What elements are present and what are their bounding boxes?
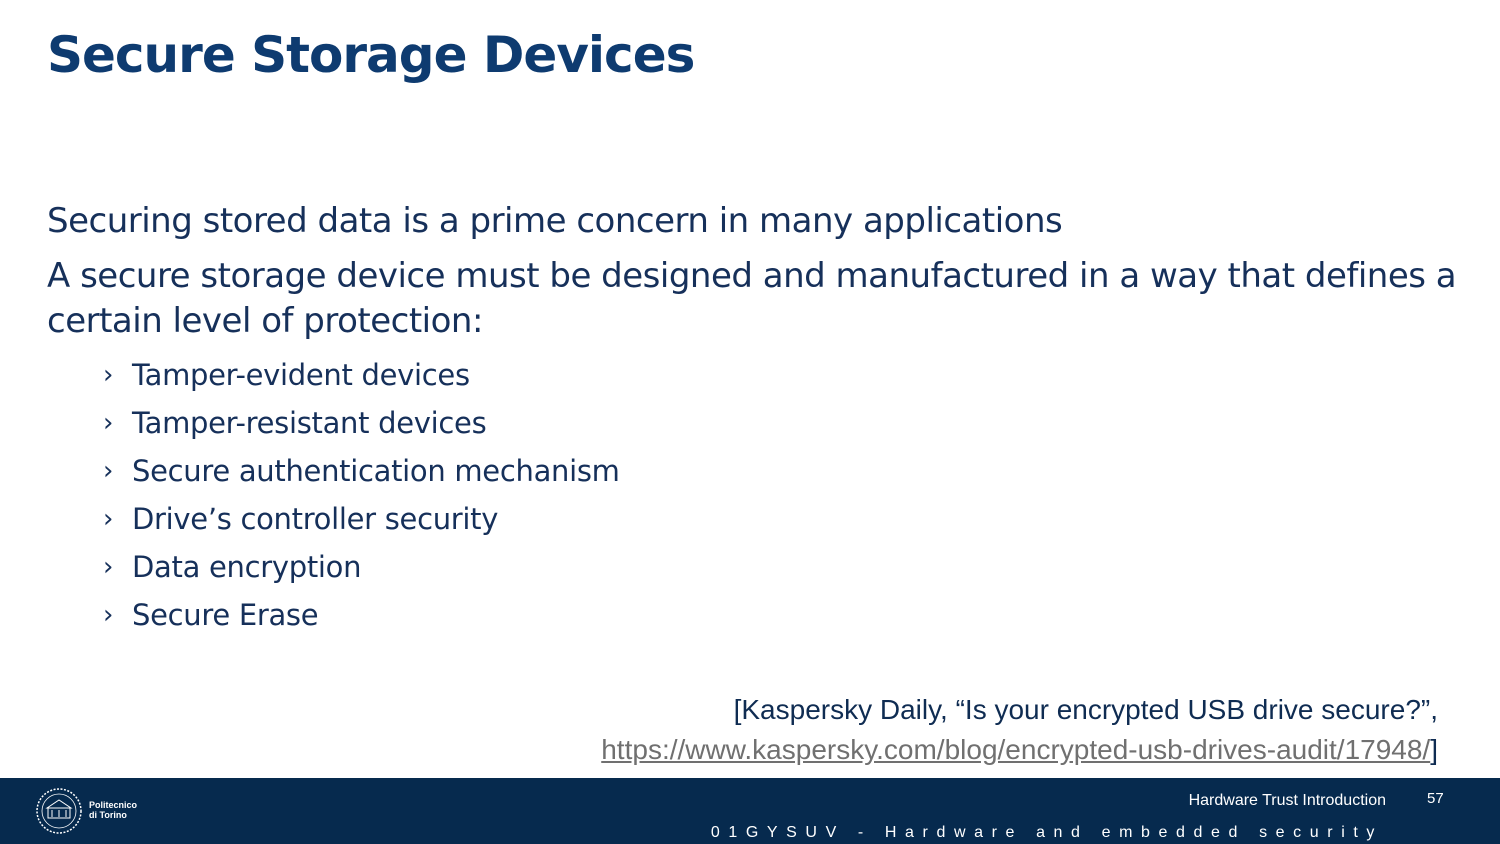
bullet-text: Data encryption (132, 550, 362, 584)
bullet-item: › Tamper-resistant devices (103, 399, 620, 447)
chevron-right-icon: › (103, 504, 114, 534)
slide-title: Secure Storage Devices (47, 26, 695, 84)
citation-link-line: https://www.kaspersky.com/blog/encrypted… (601, 730, 1438, 770)
footer-section-title: Hardware Trust Introduction (1188, 792, 1386, 809)
bullet-item: › Tamper-evident devices (103, 351, 620, 399)
footer-bar: Politecnico di Torino Hardware Trust Int… (0, 778, 1500, 844)
bullet-item: › Drive’s controller security (103, 495, 620, 543)
bullet-text: Tamper-resistant devices (132, 406, 487, 440)
course-name: 01GYSUV - Hardware and embedded security (710, 824, 1383, 841)
university-seal-icon (36, 788, 82, 834)
paragraph-1: Securing stored data is a prime concern … (47, 201, 1063, 241)
logo-text-line2: di Torino (89, 810, 127, 820)
bullet-text: Secure authentication mechanism (132, 454, 620, 488)
bullet-item: › Secure authentication mechanism (103, 447, 620, 495)
chevron-right-icon: › (103, 408, 114, 438)
logo-text: Politecnico di Torino (89, 800, 137, 820)
chevron-right-icon: › (103, 600, 114, 630)
chevron-right-icon: › (103, 360, 114, 390)
citation: [Kaspersky Daily, “Is your encrypted USB… (601, 690, 1438, 770)
bullet-text: Drive’s controller security (132, 502, 499, 536)
chevron-right-icon: › (103, 552, 114, 582)
citation-suffix: ] (1430, 734, 1438, 765)
paragraph-2: A secure storage device must be designed… (47, 256, 1457, 341)
citation-link[interactable]: https://www.kaspersky.com/blog/encrypted… (601, 734, 1430, 765)
bullet-list: › Tamper-evident devices › Tamper-resist… (103, 351, 620, 639)
bullet-item: › Secure Erase (103, 591, 620, 639)
bullet-text: Secure Erase (132, 598, 319, 632)
chevron-right-icon: › (103, 456, 114, 486)
logo-text-line1: Politecnico (89, 800, 138, 810)
page-number: 57 (1427, 790, 1444, 807)
bullet-text: Tamper-evident devices (132, 358, 470, 392)
citation-line: [Kaspersky Daily, “Is your encrypted USB… (733, 694, 1438, 725)
bullet-item: › Data encryption (103, 543, 620, 591)
